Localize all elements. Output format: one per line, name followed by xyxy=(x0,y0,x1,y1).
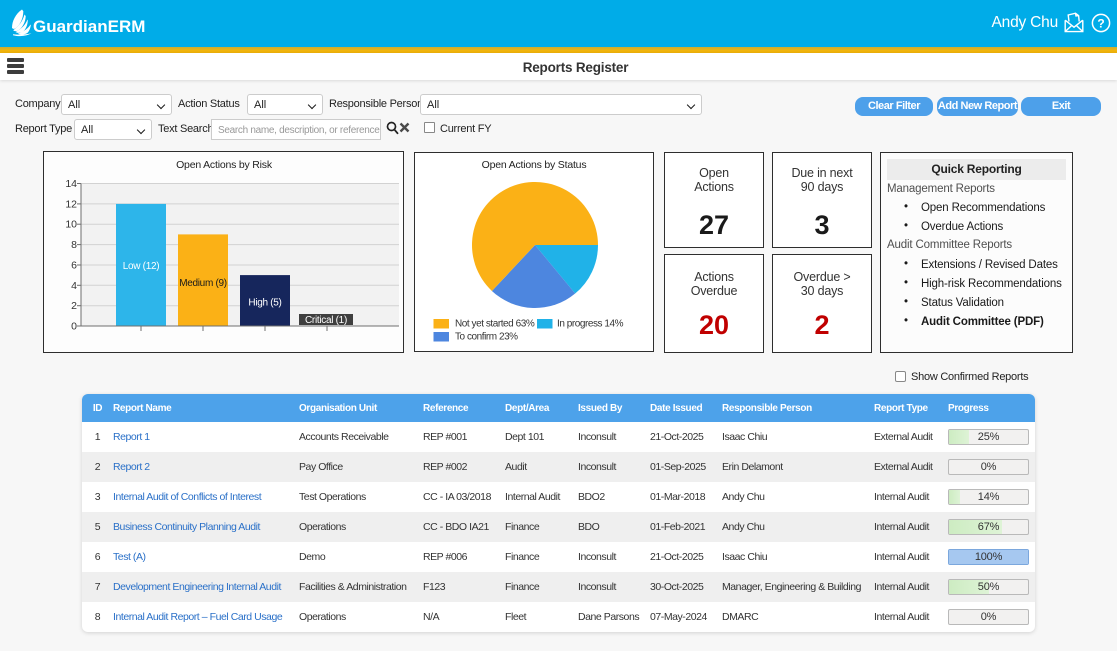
svg-text:2: 2 xyxy=(71,300,77,312)
svg-text:Not yet started 63%: Not yet started 63% xyxy=(455,319,535,330)
svg-text:In progress 14%: In progress 14% xyxy=(557,319,624,330)
svg-text:High (5): High (5) xyxy=(248,298,281,309)
svg-text:Open Actions by Status: Open Actions by Status xyxy=(482,159,587,171)
svg-text:14: 14 xyxy=(65,178,77,190)
svg-text:To confirm 23%: To confirm 23% xyxy=(455,332,518,343)
svg-text:Low (12): Low (12) xyxy=(123,261,160,272)
svg-text:8: 8 xyxy=(71,239,77,251)
svg-text:?: ? xyxy=(1097,17,1104,31)
svg-text:Medium (9): Medium (9) xyxy=(179,278,227,289)
svg-text:Open Actions by Risk: Open Actions by Risk xyxy=(176,159,273,171)
svg-text:12: 12 xyxy=(65,198,77,210)
svg-text:4: 4 xyxy=(71,280,77,292)
svg-text:6: 6 xyxy=(71,260,77,272)
svg-text:10: 10 xyxy=(65,219,77,231)
svg-text:0: 0 xyxy=(71,321,77,333)
svg-text:Critical (1): Critical (1) xyxy=(305,315,347,326)
